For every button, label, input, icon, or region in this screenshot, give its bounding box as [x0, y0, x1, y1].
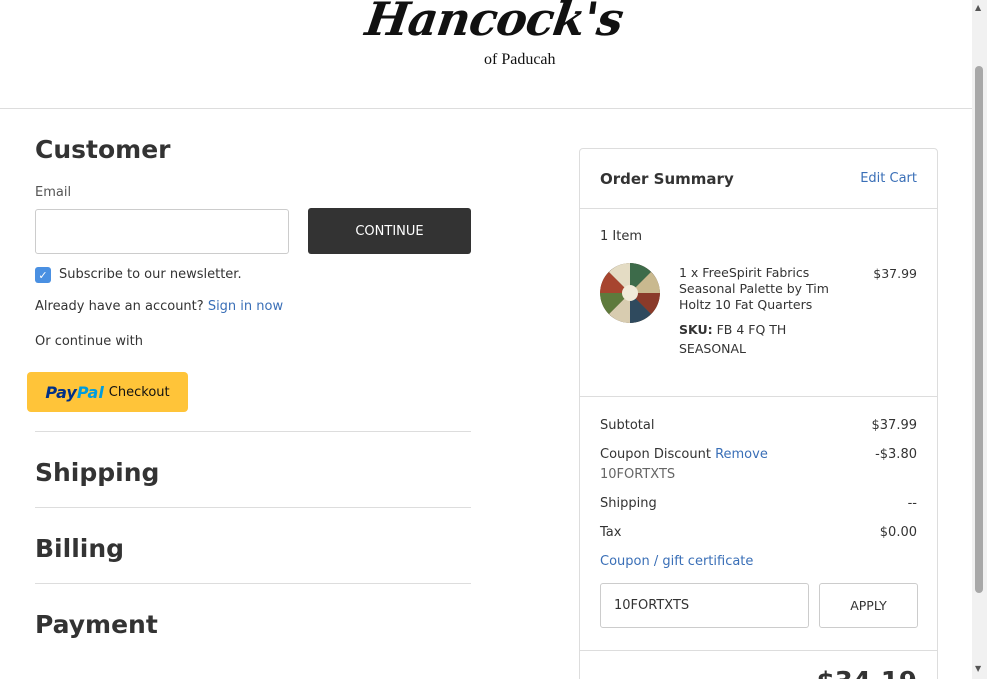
account-prompt-text: Already have an account?	[35, 299, 204, 314]
customer-heading: Customer	[35, 135, 171, 164]
sign-in-link[interactable]: Sign in now	[208, 299, 283, 314]
summary-divider	[580, 396, 937, 397]
product-name: 1 x FreeSpirit Fabrics Seasonal Palette …	[679, 265, 829, 312]
coupon-input[interactable]	[600, 583, 809, 628]
fabric-bundle-image	[600, 263, 660, 323]
paypal-checkout-label: Checkout	[108, 384, 170, 400]
order-summary-title: Order Summary	[600, 170, 734, 188]
billing-heading[interactable]: Billing	[35, 534, 124, 563]
product-thumbnail	[600, 263, 660, 323]
section-divider	[35, 583, 471, 584]
paypal-logo: PayPal	[45, 383, 103, 402]
email-label: Email	[35, 185, 72, 200]
email-input[interactable]	[35, 209, 289, 254]
shipping-value: --	[907, 496, 917, 511]
coupon-discount-label: Coupon Discount	[600, 447, 711, 462]
remove-coupon-link[interactable]: Remove	[715, 447, 768, 462]
edit-cart-link[interactable]: Edit Cart	[860, 171, 917, 186]
shipping-label: Shipping	[600, 496, 657, 511]
logo-wordmark: Hancock's	[362, 0, 627, 46]
account-prompt: Already have an account? Sign in now	[35, 299, 283, 314]
coupon-discount-value: -$3.80	[875, 447, 917, 462]
page-scrollbar[interactable]: ▲ ▼	[972, 0, 987, 679]
paypal-checkout-button[interactable]: PayPal Checkout	[27, 372, 188, 412]
scrollbar-thumb[interactable]	[975, 66, 983, 593]
continue-button[interactable]: CONTINUE	[308, 208, 471, 254]
subtotal-value: $37.99	[871, 418, 918, 433]
logo-subtitle: of Paducah	[484, 51, 556, 68]
product-sku: SKU: FB 4 FQ TH SEASONAL	[679, 320, 819, 358]
order-summary: Order Summary Edit Cart 1 Item 1 x FreeS…	[579, 148, 938, 679]
subtotal-label: Subtotal	[600, 418, 655, 433]
section-divider	[35, 431, 471, 432]
paypal-logo-pay: Pay	[45, 382, 77, 402]
or-continue-text: Or continue with	[35, 334, 143, 349]
order-total: $34.19	[817, 667, 917, 679]
store-logo[interactable]: Hancock's of Paducah	[362, 0, 626, 72]
paypal-logo-pal: Pal	[76, 382, 104, 402]
newsletter-checkbox[interactable]: ✓	[35, 267, 51, 283]
shipping-heading[interactable]: Shipping	[35, 458, 159, 487]
item-count: 1 Item	[600, 229, 642, 244]
sku-label: SKU:	[679, 322, 713, 337]
payment-heading[interactable]: Payment	[35, 610, 158, 639]
section-divider	[35, 507, 471, 508]
scroll-down-arrow-icon[interactable]: ▼	[975, 664, 981, 673]
product-price: $37.99	[873, 266, 917, 281]
applied-coupon-code: 10FORTXTS	[600, 467, 676, 482]
summary-divider	[580, 208, 937, 209]
site-header: Hancock's of Paducah	[0, 0, 972, 109]
coupon-gift-certificate-link[interactable]: Coupon / gift certificate	[600, 554, 753, 569]
summary-divider	[580, 650, 937, 651]
apply-coupon-button[interactable]: APPLY	[819, 583, 918, 628]
tax-value: $0.00	[879, 525, 917, 540]
checkmark-icon: ✓	[38, 268, 48, 282]
tax-label: Tax	[600, 525, 622, 540]
scroll-up-arrow-icon[interactable]: ▲	[975, 3, 981, 12]
coupon-discount-row: Coupon Discount Remove	[600, 447, 768, 462]
newsletter-label: Subscribe to our newsletter.	[59, 267, 242, 282]
